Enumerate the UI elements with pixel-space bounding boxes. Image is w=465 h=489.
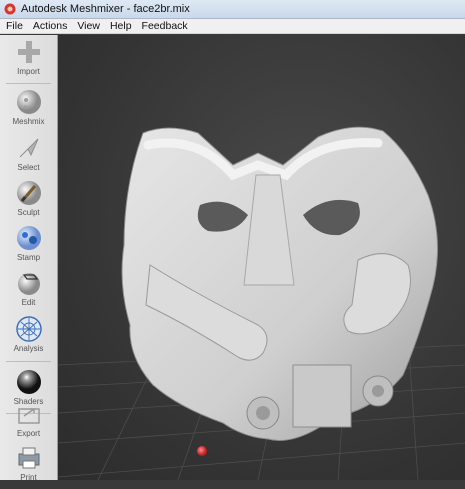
window-title: Autodesk Meshmixer - face2br.mix xyxy=(21,3,190,15)
menu-file[interactable]: File xyxy=(6,20,23,32)
cursor-arrow-icon xyxy=(19,138,38,158)
print-button[interactable]: Print xyxy=(0,441,57,489)
sculpt-button[interactable]: Sculpt xyxy=(0,176,57,224)
meshmixer-logo-icon xyxy=(4,3,16,15)
edit-icon xyxy=(17,273,40,295)
menu-feedback[interactable]: Feedback xyxy=(142,20,188,32)
select-button[interactable]: Select xyxy=(0,131,57,179)
shader-sphere-icon xyxy=(16,370,41,394)
pivot-point-marker[interactable] xyxy=(197,446,207,456)
edit-button[interactable]: Edit xyxy=(0,266,57,314)
menu-help[interactable]: Help xyxy=(110,20,132,32)
printer-icon xyxy=(18,447,39,469)
mask-model[interactable] xyxy=(121,126,439,441)
analysis-button[interactable]: Analysis xyxy=(0,312,57,360)
import-button[interactable]: Import xyxy=(0,35,57,83)
print-label: Print xyxy=(20,473,37,482)
toolbar-divider xyxy=(6,361,51,362)
edit-label: Edit xyxy=(21,298,36,307)
meshmix-label: Meshmix xyxy=(12,117,45,126)
stamp-button[interactable]: Stamp xyxy=(0,221,57,269)
menu-actions[interactable]: Actions xyxy=(33,20,67,32)
meshmix-button[interactable]: Meshmix xyxy=(0,85,57,133)
stamp-label: Stamp xyxy=(16,253,41,262)
export-label: Export xyxy=(16,429,41,438)
toolbar-divider xyxy=(6,83,51,84)
select-label: Select xyxy=(17,163,40,172)
title-bar: Autodesk Meshmixer - face2br.mix xyxy=(0,0,465,19)
brush-icon xyxy=(16,181,41,205)
viewport-scene xyxy=(58,126,465,480)
export-button[interactable]: Export xyxy=(0,397,57,445)
import-label: Import xyxy=(17,67,40,76)
menu-view[interactable]: View xyxy=(77,20,100,32)
3d-viewport[interactable] xyxy=(58,35,465,480)
meshmix-sphere-icon xyxy=(16,90,41,114)
export-icon xyxy=(17,408,40,424)
sculpt-label: Sculpt xyxy=(17,208,40,217)
plus-icon xyxy=(17,41,40,63)
analysis-label: Analysis xyxy=(13,344,44,353)
menu-bar: File Actions View Help Feedback xyxy=(0,19,465,34)
left-toolbar: Import Meshmix Select Sculpt Stamp Edit … xyxy=(0,35,58,482)
analysis-icon xyxy=(15,316,42,342)
stamp-icon xyxy=(16,226,41,250)
